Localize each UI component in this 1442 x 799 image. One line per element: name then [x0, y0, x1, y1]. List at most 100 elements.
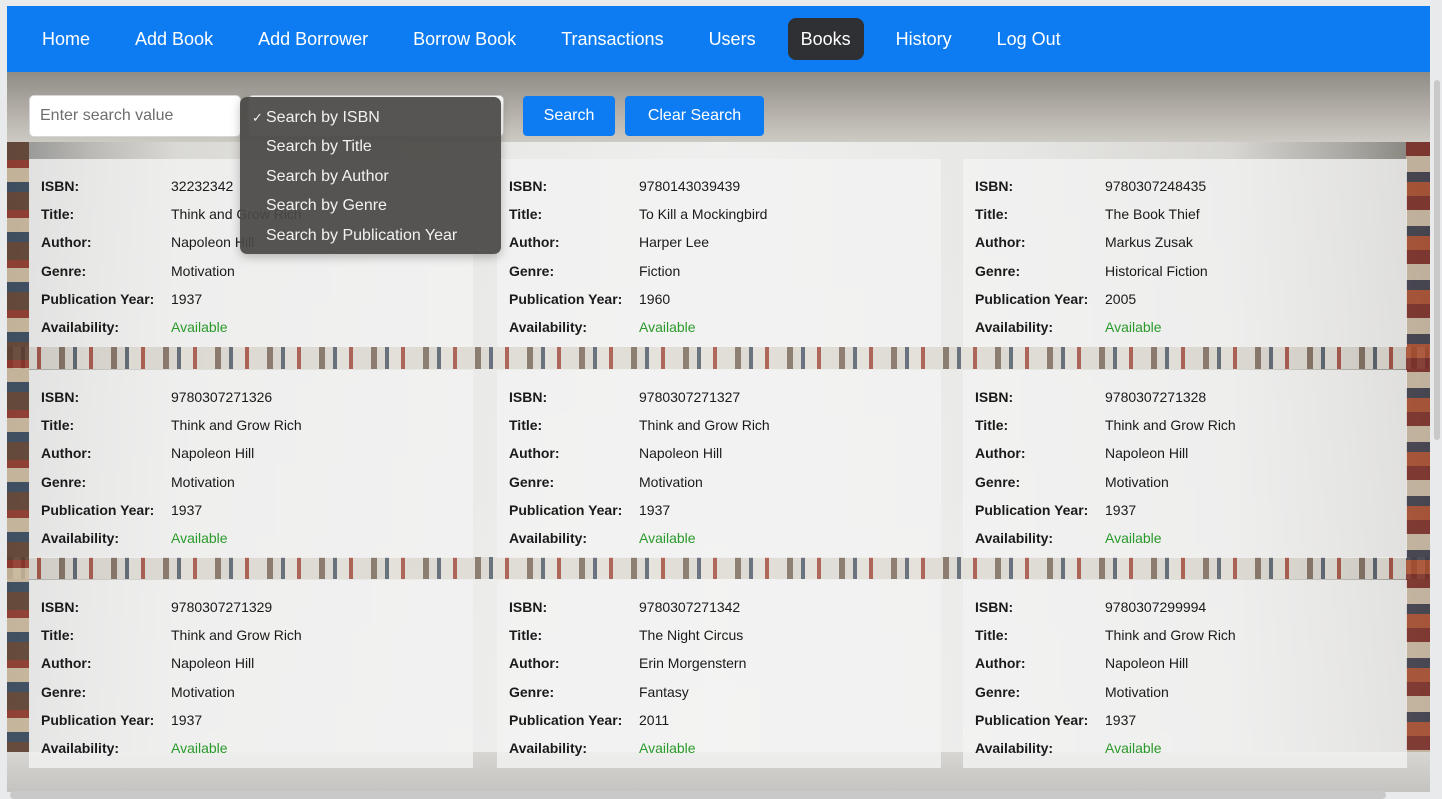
nav-transactions[interactable]: Transactions: [548, 18, 676, 60]
book-genre-row: Genre: Motivation: [41, 678, 473, 706]
book-genre-row: Genre: Motivation: [41, 468, 473, 496]
search-input[interactable]: [29, 95, 241, 137]
book-author-label: Author:: [975, 445, 1026, 462]
book-card: ISBN: 9780307271326 Title: Think and Grow R…: [29, 370, 473, 558]
book-title-row: Title: Think and Grow Rich: [509, 411, 941, 439]
book-availability-label: Availability:: [509, 319, 588, 336]
background-shelf: [7, 557, 1430, 579]
book-author-value: Napoleon Hill: [1105, 445, 1189, 462]
book-isbn-value: 9780307271327: [639, 389, 741, 406]
book-availability-value: Available: [1105, 530, 1162, 547]
search-option[interactable]: ✓ Search by ISBN: [240, 103, 501, 132]
nav-log-out[interactable]: Log Out: [984, 18, 1074, 60]
search-option[interactable]: Search by Publication Year: [240, 221, 501, 250]
book-publication-year-row: Publication Year: 1960: [509, 285, 941, 313]
book-isbn-value: 9780307271326: [171, 389, 273, 406]
book-publication-year-label: Publication Year:: [509, 290, 623, 307]
book-genre-value: Motivation: [639, 473, 703, 490]
book-card: ISBN: 9780307271328 Title: Think and Grow R…: [963, 370, 1407, 558]
book-genre-label: Genre:: [41, 262, 87, 279]
book-title-label: Title:: [975, 206, 1009, 223]
book-genre-label: Genre:: [41, 683, 87, 700]
nav-add-book[interactable]: Add Book: [122, 18, 226, 60]
checkmark-icon: ✓: [252, 110, 263, 125]
nav-borrow-book[interactable]: Borrow Book: [400, 18, 529, 60]
search-option-label: Search by Publication Year: [266, 226, 458, 244]
book-genre-label: Genre:: [975, 683, 1021, 700]
book-isbn-label: ISBN:: [975, 599, 1014, 616]
book-genre-row: Genre: Motivation: [975, 468, 1407, 496]
search-option[interactable]: Search by Title: [240, 132, 501, 161]
book-isbn-row: ISBN: 9780143039439: [509, 172, 941, 200]
book-card: ISBN: 9780143039439 Title: To Kill a Mockin…: [497, 159, 941, 347]
nav-books[interactable]: Books: [787, 18, 864, 60]
book-author-row: Author: Napoleon Hill: [41, 649, 473, 677]
nav-history[interactable]: History: [883, 18, 965, 60]
book-title-label: Title:: [509, 417, 543, 434]
search-button[interactable]: Search: [523, 96, 615, 136]
book-availability-value: Available: [171, 530, 228, 547]
book-isbn-label: ISBN:: [41, 389, 80, 406]
nav-users[interactable]: Users: [696, 18, 769, 60]
book-isbn-label: ISBN:: [41, 178, 80, 195]
book-availability-label: Availability:: [41, 740, 120, 757]
book-publication-year-value: 1937: [639, 501, 671, 518]
book-publication-year-label: Publication Year:: [509, 711, 623, 728]
search-option-label: Search by ISBN: [266, 109, 380, 126]
book-availability-value: Available: [171, 740, 228, 757]
book-card: ISBN: 9780307271327 Title: Think and Grow R…: [497, 370, 941, 558]
vertical-scrollbar[interactable]: [1434, 80, 1440, 440]
book-card: ISBN: 9780307248435 Title: The Book Thief Au…: [963, 159, 1407, 347]
book-genre-row: Genre: Motivation: [975, 678, 1407, 706]
book-availability-row: Availability: Available: [509, 524, 941, 552]
book-availability-value: Available: [639, 740, 696, 757]
book-genre-label: Genre:: [975, 262, 1021, 279]
search-option-label: Search by Author: [266, 167, 389, 185]
book-publication-year-row: Publication Year: 1937: [41, 706, 473, 734]
book-availability-label: Availability:: [975, 530, 1054, 547]
book-publication-year-label: Publication Year:: [41, 711, 155, 728]
search-option-label: Search by Genre: [266, 197, 387, 215]
book-author-value: Harper Lee: [639, 234, 710, 251]
book-publication-year-row: Publication Year: 1937: [975, 706, 1407, 734]
book-isbn-label: ISBN:: [509, 178, 548, 195]
book-availability-row: Availability: Available: [509, 734, 941, 762]
book-availability-row: Availability: Available: [41, 313, 473, 341]
book-genre-label: Genre:: [509, 473, 555, 490]
book-genre-value: Motivation: [1105, 683, 1169, 700]
book-author-row: Author: Napoleon Hill: [975, 649, 1407, 677]
book-isbn-row: ISBN: 9780307271329: [41, 593, 473, 621]
horizontal-scrollbar[interactable]: [10, 791, 1386, 799]
book-availability-row: Availability: Available: [975, 734, 1407, 762]
book-publication-year-label: Publication Year:: [41, 501, 155, 518]
book-isbn-label: ISBN:: [41, 599, 80, 616]
book-isbn-value: 9780307271328: [1105, 389, 1207, 406]
search-option-label: Search by Title: [266, 138, 372, 156]
book-genre-value: Motivation: [171, 473, 235, 490]
book-isbn-row: ISBN: 9780307299994: [975, 593, 1407, 621]
book-genre-value: Motivation: [171, 683, 235, 700]
book-publication-year-label: Publication Year:: [975, 290, 1089, 307]
book-author-label: Author:: [509, 655, 560, 672]
book-publication-year-row: Publication Year: 1937: [41, 285, 473, 313]
book-title-row: Title: Think and Grow Rich: [975, 411, 1407, 439]
nav-home[interactable]: Home: [29, 18, 103, 60]
book-publication-year-label: Publication Year:: [41, 290, 155, 307]
search-type-dropdown-menu: ✓ Search by ISBN Search by Title Search by …: [240, 97, 501, 254]
book-publication-year-value: 1960: [639, 290, 671, 307]
search-option[interactable]: Search by Genre: [240, 191, 501, 220]
book-availability-value: Available: [1105, 740, 1162, 757]
nav-add-borrower[interactable]: Add Borrower: [245, 18, 381, 60]
book-title-row: Title: Think and Grow Rich: [41, 621, 473, 649]
book-isbn-row: ISBN: 9780307271326: [41, 383, 473, 411]
book-title-label: Title:: [975, 417, 1009, 434]
book-genre-row: Genre: Fiction: [509, 257, 941, 285]
search-option[interactable]: Search by Author: [240, 162, 501, 191]
clear-search-button[interactable]: Clear Search: [625, 96, 764, 136]
book-publication-year-label: Publication Year:: [975, 711, 1089, 728]
book-isbn-row: ISBN: 9780307248435: [975, 172, 1407, 200]
book-title-value: Think and Grow Rich: [639, 417, 770, 434]
book-genre-label: Genre:: [509, 683, 555, 700]
background-books-right: [1406, 142, 1430, 792]
book-publication-year-label: Publication Year:: [975, 501, 1089, 518]
